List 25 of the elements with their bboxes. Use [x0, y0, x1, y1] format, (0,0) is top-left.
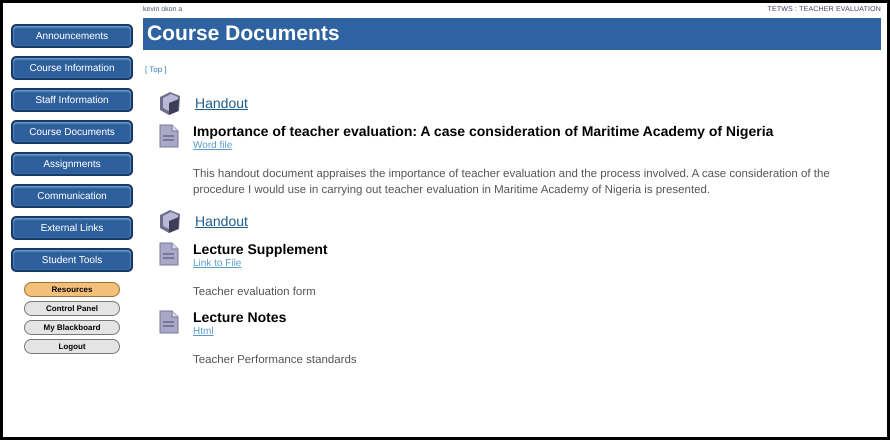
document-icon: [159, 242, 179, 266]
nav-button[interactable]: External Links: [11, 216, 133, 240]
nav-button[interactable]: Staff Information: [11, 88, 133, 112]
folder-link[interactable]: Handout: [195, 92, 248, 114]
document-title: Lecture Supplement: [193, 240, 328, 258]
nav-button[interactable]: Communication: [11, 184, 133, 208]
nav-button[interactable]: Student Tools: [11, 248, 133, 272]
tool-button[interactable]: Logout: [24, 339, 120, 354]
nav-button[interactable]: Assignments: [11, 152, 133, 176]
nav-button[interactable]: Announcements: [11, 24, 133, 48]
document-description: This handout document appraises the importance of teacher evaluation and the process involved. A case consideration of the procedure I would use in carrying out teacher evaluation in Maritime Academy of Nigeria is presented.: [193, 167, 831, 198]
document-icon: [159, 124, 179, 148]
document-title: Lecture Notes: [193, 308, 288, 326]
tool-button[interactable]: Resources: [24, 282, 120, 297]
nav-button[interactable]: Course Information: [11, 56, 133, 80]
tool-button[interactable]: My Blackboard: [24, 320, 120, 335]
document-title: Importance of teacher evaluation: A case consideration of Maritime Academy of Nigeria: [193, 122, 774, 140]
top-link[interactable]: [ Top ]: [145, 65, 167, 74]
document-description: Teacher Performance standards: [193, 353, 358, 368]
page-title: Course Documents: [147, 21, 340, 48]
folder-link[interactable]: Handout: [195, 210, 248, 232]
document-icon: [159, 310, 179, 334]
nav-button[interactable]: Course Documents: [11, 120, 133, 144]
document-description: Teacher evaluation form: [193, 285, 317, 300]
tool-button[interactable]: Control Panel: [24, 301, 120, 316]
